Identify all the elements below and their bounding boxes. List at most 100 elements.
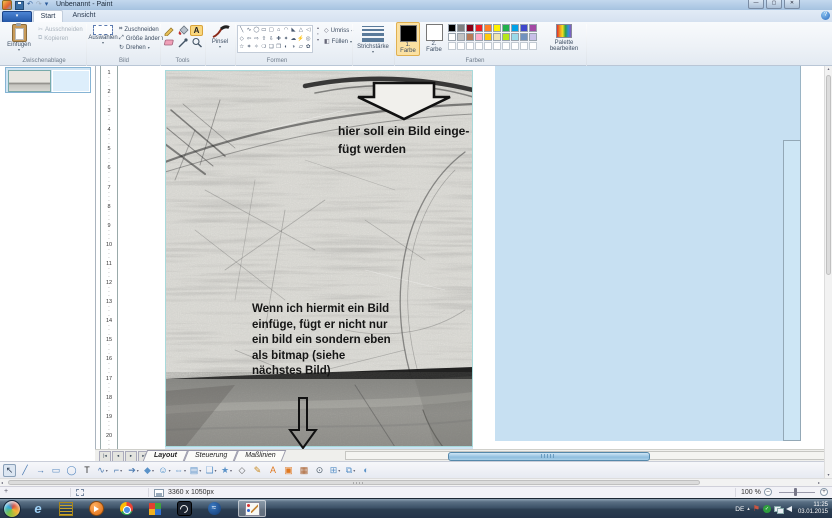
customize-qat-icon[interactable]: ▾ — [45, 1, 49, 9]
shape-cell[interactable]: ❏ — [268, 43, 275, 52]
taskbar-grid-app-icon[interactable] — [147, 501, 163, 516]
empty-swatch[interactable] — [466, 42, 474, 50]
taskbar-paint-icon-active[interactable] — [238, 500, 266, 517]
shape-cell[interactable]: ▢ — [268, 26, 275, 35]
copy-button[interactable]: ⧉ Kopieren — [38, 35, 68, 42]
tab-start[interactable]: Start — [33, 10, 63, 22]
empty-swatch[interactable] — [484, 42, 492, 50]
shape-cell[interactable]: ╲ — [238, 26, 245, 35]
shape-cell[interactable]: ▱ — [297, 43, 304, 52]
line-width-button[interactable]: Strichstärke ▾ — [354, 26, 392, 54]
page-thumbnail[interactable] — [5, 67, 91, 93]
stars-tool[interactable]: ★▾ — [220, 464, 233, 477]
minimize-button[interactable]: — — [748, 0, 764, 9]
volume-icon[interactable] — [786, 506, 792, 512]
color-swatch[interactable] — [502, 24, 510, 32]
taskbar-openoffice-icon[interactable]: ≈ — [206, 501, 222, 516]
empty-swatch[interactable] — [511, 42, 519, 50]
edit-palette-button[interactable]: Palette bearbeiten — [546, 22, 582, 52]
vertical-scrollbar[interactable]: ▴ ▾ — [824, 66, 832, 478]
shape-cell[interactable]: ◁ — [305, 26, 312, 35]
insert-image-tool[interactable]: ▣ — [282, 464, 295, 477]
shape-cell[interactable]: ⇧ — [260, 35, 267, 44]
action-center-icon[interactable]: ⚑ — [753, 504, 760, 514]
flowchart-tool[interactable]: ▤▾ — [189, 464, 202, 477]
vertical-scrollbar-thumb[interactable] — [826, 75, 831, 275]
color-swatch[interactable] — [475, 24, 483, 32]
color-swatch[interactable] — [466, 24, 474, 32]
empty-swatch[interactable] — [520, 42, 528, 50]
oo-scrollbar-thumb[interactable] — [448, 452, 650, 461]
color-swatch[interactable] — [493, 33, 501, 41]
color-swatch[interactable] — [448, 33, 456, 41]
pencil-tool[interactable]: ✎ — [251, 464, 264, 477]
language-indicator[interactable]: DE — [735, 506, 744, 513]
shape-cell[interactable]: ✚ — [275, 35, 282, 44]
zoom-slider-thumb[interactable] — [794, 488, 797, 496]
magnifier-tool-button[interactable] — [190, 37, 203, 48]
shape-cell[interactable]: ◣ — [290, 26, 297, 35]
safely-remove-icon[interactable]: ✓ — [763, 505, 771, 513]
undo-icon[interactable]: ↶ — [27, 1, 33, 9]
callouts-tool[interactable]: ❑▾ — [205, 464, 218, 477]
ellipse-tool[interactable]: ◯ — [65, 464, 78, 477]
shape-cell[interactable]: ☁ — [290, 35, 297, 44]
resize-button[interactable]: ⤢ Größe ändern — [119, 35, 163, 42]
shape-cell[interactable]: ✶ — [245, 43, 252, 52]
arrange-tool[interactable]: ⧉▾ — [344, 464, 357, 477]
text-tool-button[interactable]: A — [190, 25, 203, 36]
shape-cell[interactable]: ⇩ — [268, 35, 275, 44]
paint-canvas[interactable]: 1···2···3···4···5···6···7···8···9···10··… — [0, 66, 832, 478]
shape-cell[interactable]: ☆ — [238, 43, 245, 52]
paint-app-icon[interactable] — [2, 0, 12, 10]
shape-cell[interactable]: ✿ — [305, 43, 312, 52]
empty-swatch[interactable] — [493, 42, 501, 50]
color-swatch[interactable] — [448, 24, 456, 32]
gallery-tool[interactable]: ▦ — [298, 464, 311, 477]
basic-shapes-tool[interactable]: ◆▾ — [143, 464, 156, 477]
select-tool[interactable]: ↖ — [3, 464, 16, 477]
save-icon[interactable] — [15, 1, 24, 10]
scroll-down-icon[interactable]: ▾ — [825, 472, 832, 477]
select-button[interactable]: Auswählen ▾ — [88, 25, 118, 45]
shape-cell[interactable]: ❐ — [275, 43, 282, 52]
color-swatch[interactable] — [484, 33, 492, 41]
taskbar-notes-app-icon[interactable] — [58, 501, 74, 516]
arrow-tool[interactable]: → — [34, 464, 47, 477]
scroll-right-icon[interactable]: ▸ — [818, 480, 820, 485]
empty-swatch[interactable] — [448, 42, 456, 50]
color2-button[interactable]: 2. Farbe — [422, 22, 446, 56]
block-arrows-tool[interactable]: ⇔▾ — [174, 464, 187, 477]
camera-tool[interactable]: ⊙ — [313, 464, 326, 477]
color1-button[interactable]: 1. Farbe — [396, 22, 420, 56]
eraser-tool-button[interactable] — [162, 37, 175, 48]
color-swatch[interactable] — [529, 24, 537, 32]
shape-cell[interactable]: △ — [297, 26, 304, 35]
color-swatch[interactable] — [511, 24, 519, 32]
color-swatch[interactable] — [457, 33, 465, 41]
select-dropdown-icon[interactable]: ▾ — [102, 41, 104, 45]
shapes-scroll-mid-icon[interactable]: ▪ — [317, 31, 318, 36]
zoom-in-button[interactable]: + — [820, 488, 828, 496]
color-swatch[interactable] — [493, 24, 501, 32]
cut-button[interactable]: ✂ Ausschneiden — [38, 26, 83, 33]
curve-tool[interactable]: ∿▾ — [96, 464, 109, 477]
taskbar-dark-app-icon[interactable] — [176, 501, 192, 516]
taskbar-chrome-icon[interactable] — [118, 501, 134, 516]
maximize-button[interactable]: ▢ — [766, 0, 782, 9]
taskbar-media-app-icon[interactable] — [88, 501, 104, 516]
alignment-tool[interactable]: ⊞▾ — [329, 464, 342, 477]
line-tool[interactable]: ╱ — [19, 464, 32, 477]
lines-arrows-tool[interactable]: ➔▾ — [127, 464, 140, 477]
brush-button[interactable]: Pinsel ▾ — [207, 24, 233, 49]
scroll-left-icon[interactable]: ◂ — [1, 480, 3, 485]
zoom-out-button[interactable]: – — [764, 488, 772, 496]
empty-swatch[interactable] — [529, 42, 537, 50]
paste-button[interactable]: Einfügen ▾ — [3, 24, 35, 52]
shapes-scroll-down-icon[interactable]: ▾ — [317, 37, 319, 42]
shape-cell[interactable]: ◐ — [282, 43, 289, 52]
tab-ansicht[interactable]: Ansicht — [66, 10, 102, 22]
extrusion-tool[interactable]: ◐ — [360, 464, 373, 477]
paste-dropdown-icon[interactable]: ▾ — [18, 48, 20, 52]
fontwork-tool[interactable]: A — [267, 464, 280, 477]
